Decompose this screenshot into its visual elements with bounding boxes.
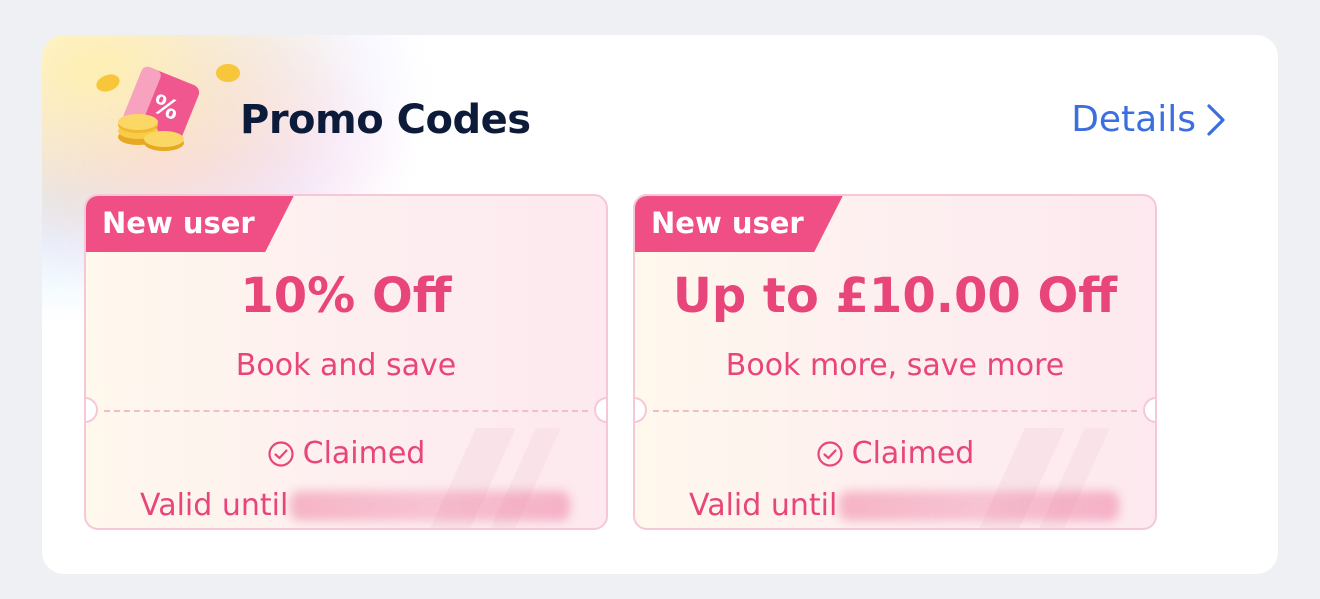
- claimed-status: Claimed: [86, 436, 606, 471]
- page-title: Promo Codes: [240, 97, 531, 143]
- discount-subtitle: Book more, save more: [725, 348, 1065, 383]
- ticket-notch-left: [86, 397, 98, 423]
- claimed-label: Claimed: [851, 436, 975, 471]
- details-link[interactable]: Details: [1071, 99, 1226, 140]
- validity: Valid until: [140, 488, 571, 523]
- claimed-label: Claimed: [302, 436, 426, 471]
- redacted-date: [290, 490, 571, 521]
- valid-until-label: Valid until: [689, 488, 838, 523]
- validity: Valid until: [689, 488, 1120, 523]
- promo-coupon[interactable]: New user 10% Off Book and save Claimed V…: [84, 194, 608, 530]
- ticket-divider: [104, 410, 588, 412]
- chevron-right-icon: [1207, 103, 1225, 136]
- promo-coupon[interactable]: New user Up to £10.00 Off Book more, sav…: [633, 194, 1157, 530]
- promo-ticket-coins-icon: %: [96, 64, 240, 151]
- discount-amount: 10% Off: [240, 268, 452, 324]
- details-label: Details: [1071, 99, 1196, 140]
- ticket-divider: [653, 410, 1137, 412]
- check-circle-icon: [268, 440, 294, 467]
- check-circle-icon: [817, 440, 843, 467]
- new-user-badge: New user: [86, 196, 295, 252]
- valid-until-label: Valid until: [140, 488, 289, 523]
- ticket-notch-right: [594, 397, 606, 423]
- redacted-date: [839, 490, 1120, 521]
- discount-subtitle: Book and save: [235, 348, 457, 383]
- ticket-notch-right: [1143, 397, 1155, 423]
- discount-amount: Up to £10.00 Off: [672, 268, 1118, 324]
- new-user-badge: New user: [635, 196, 844, 252]
- promo-codes-card: % Promo Codes Details New user 10% Off B…: [42, 35, 1278, 574]
- claimed-status: Claimed: [635, 436, 1155, 471]
- ticket-notch-left: [635, 397, 647, 423]
